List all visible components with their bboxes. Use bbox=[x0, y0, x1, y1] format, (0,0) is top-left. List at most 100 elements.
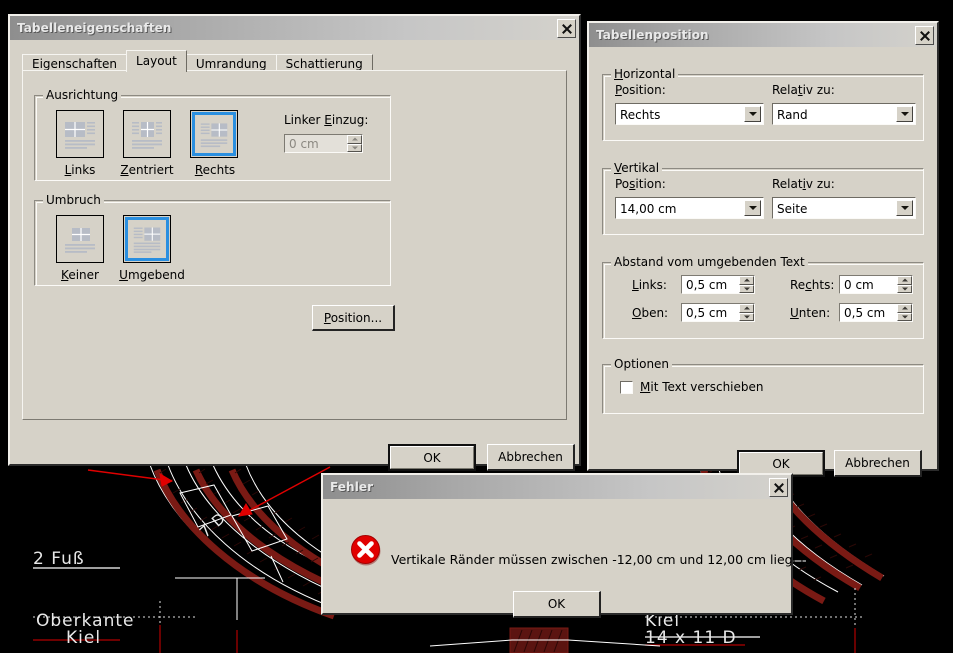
spinner-up-icon[interactable] bbox=[347, 135, 362, 144]
align-left-option[interactable] bbox=[56, 110, 104, 158]
spacing-right-spinner[interactable]: 0 cm bbox=[839, 275, 913, 294]
spacing-left-value: 0,5 cm bbox=[686, 278, 728, 292]
spacing-bottom-spinner[interactable]: 0,5 cm bbox=[839, 303, 913, 322]
spacing-left-label: Links: bbox=[632, 278, 667, 292]
horizontal-position-label: Position: bbox=[615, 83, 666, 97]
cancel-label: Abbrechen bbox=[845, 456, 910, 470]
options-group-legend: Optionen bbox=[611, 357, 673, 371]
vertical-group-legend: Vertikal bbox=[611, 161, 663, 175]
vertical-position-label: Position: bbox=[615, 177, 666, 191]
position-button[interactable]: Position... bbox=[312, 305, 395, 331]
spinner-down-icon[interactable] bbox=[739, 312, 754, 321]
table-position-title: Tabellenposition bbox=[596, 28, 709, 42]
spinner-down-icon[interactable] bbox=[739, 284, 754, 293]
move-with-text-checkbox[interactable] bbox=[620, 381, 633, 394]
spacing-bottom-value: 0,5 cm bbox=[844, 306, 886, 320]
table-position-dialog: Tabellenposition Horizontal Position: Re… bbox=[587, 21, 939, 477]
cad-text-label: Kiel bbox=[66, 628, 102, 648]
spacing-left-spinner[interactable]: 0,5 cm bbox=[681, 275, 755, 294]
wrap-group-legend: Umbruch bbox=[43, 193, 104, 207]
wrap-none-icon bbox=[63, 222, 97, 256]
left-indent-spinner[interactable]: 0 cm bbox=[284, 134, 363, 153]
alignment-group-legend: Ausrichtung bbox=[43, 88, 122, 102]
vertical-group: Vertikal Position: 14,00 cm Relativ zu: … bbox=[602, 161, 924, 235]
vertical-position-value: 14,00 cm bbox=[620, 202, 677, 216]
align-right-option[interactable] bbox=[190, 110, 238, 158]
table-position-titlebar[interactable]: Tabellenposition bbox=[589, 23, 937, 47]
error-titlebar[interactable]: Fehler bbox=[323, 475, 791, 499]
close-icon[interactable] bbox=[915, 25, 934, 45]
spacing-right-label: Rechts: bbox=[790, 278, 835, 292]
chevron-down-icon[interactable] bbox=[744, 200, 761, 216]
table-align-right-icon bbox=[199, 119, 229, 149]
wrap-around-option[interactable] bbox=[123, 215, 171, 263]
spacing-top-label: Oben: bbox=[632, 306, 669, 320]
table-properties-ok-button[interactable]: OK bbox=[388, 444, 476, 471]
spacing-right-value: 0 cm bbox=[844, 278, 874, 292]
close-icon[interactable] bbox=[769, 477, 788, 497]
align-left-label: Links bbox=[64, 163, 96, 177]
vertical-relative-value: Seite bbox=[777, 202, 808, 216]
tab-layout[interactable]: Layout bbox=[126, 50, 187, 72]
spacing-top-value: 0,5 cm bbox=[686, 306, 728, 320]
chevron-down-icon[interactable] bbox=[896, 200, 913, 216]
table-align-center-icon bbox=[130, 117, 164, 151]
table-properties-cancel-button[interactable]: Abbrechen bbox=[487, 444, 575, 471]
horizontal-position-combo[interactable]: Rechts bbox=[615, 103, 764, 125]
spinner-up-icon[interactable] bbox=[739, 304, 754, 313]
vertical-relative-label: Relativ zu: bbox=[772, 177, 835, 191]
vertical-position-combo[interactable]: 14,00 cm bbox=[615, 197, 764, 219]
wrap-none-label: Keiner bbox=[61, 268, 99, 282]
spinner-down-icon[interactable] bbox=[347, 143, 362, 152]
tab-strip: Eigenschaften Layout Umrandung Schattier… bbox=[22, 50, 373, 74]
horizontal-group-legend: Horizontal bbox=[611, 67, 679, 81]
options-group: Optionen Mit Text verschieben bbox=[602, 357, 924, 414]
table-position-cancel-button[interactable]: Abbrechen bbox=[834, 450, 922, 477]
close-icon[interactable] bbox=[557, 18, 576, 38]
spinner-up-icon[interactable] bbox=[897, 276, 912, 285]
error-title: Fehler bbox=[330, 480, 374, 494]
error-dialog: Fehler Vertikale Ränder müssen zwischen … bbox=[321, 473, 808, 618]
align-center-option[interactable] bbox=[123, 110, 171, 158]
move-with-text-label: Mit Text verschieben bbox=[640, 380, 764, 394]
horizontal-position-value: Rechts bbox=[620, 108, 661, 122]
ok-label: OK bbox=[772, 456, 790, 471]
align-right-label: Rechts bbox=[194, 163, 236, 177]
error-ok-button[interactable]: OK bbox=[513, 591, 601, 618]
table-properties-title: Tabelleneigenschaften bbox=[17, 21, 172, 35]
tab-label: Layout bbox=[136, 54, 177, 68]
horizontal-relative-combo[interactable]: Rand bbox=[772, 103, 916, 125]
cad-text-label: 14 x 11 D bbox=[645, 628, 737, 648]
table-align-left-icon bbox=[63, 117, 97, 151]
spinner-up-icon[interactable] bbox=[739, 276, 754, 285]
tab-label: Umrandung bbox=[195, 57, 267, 71]
wrap-none-option[interactable] bbox=[56, 215, 104, 263]
align-center-label: Zentriert bbox=[120, 163, 174, 177]
screen: 7 D 2 Fuß Oberkante Kiel Kiel 14 x 11 D … bbox=[0, 0, 953, 653]
chevron-down-icon[interactable] bbox=[896, 106, 913, 122]
wrap-group: Umbruch Keiner Umgebend bbox=[34, 193, 391, 286]
wrap-around-icon bbox=[132, 224, 162, 254]
wrap-around-label: Umgebend bbox=[119, 268, 185, 282]
ok-label: OK bbox=[423, 450, 441, 465]
alignment-group: Ausrichtung Links Zentriert Rechts Linke… bbox=[34, 88, 391, 181]
error-x-icon bbox=[349, 533, 381, 566]
chevron-down-icon[interactable] bbox=[744, 106, 761, 122]
spinner-down-icon[interactable] bbox=[897, 312, 912, 321]
horizontal-relative-value: Rand bbox=[777, 108, 808, 122]
left-indent-label: Linker Einzug: bbox=[284, 113, 369, 127]
horizontal-group: Horizontal Position: Rechts Relativ zu: … bbox=[602, 67, 924, 141]
spinner-down-icon[interactable] bbox=[897, 284, 912, 293]
spinner-up-icon[interactable] bbox=[897, 304, 912, 313]
ok-label: OK bbox=[547, 597, 566, 611]
layout-tab-panel: Ausrichtung Links Zentriert Rechts Linke… bbox=[22, 70, 567, 420]
table-properties-dialog: Tabelleneigenschaften Eigenschaften Layo… bbox=[8, 14, 581, 471]
table-properties-titlebar[interactable]: Tabelleneigenschaften bbox=[10, 16, 579, 40]
vertical-relative-combo[interactable]: Seite bbox=[772, 197, 916, 219]
left-indent-value: 0 cm bbox=[289, 137, 319, 151]
spacing-group: Abstand vom umgebenden Text Links: 0,5 c… bbox=[602, 255, 924, 339]
cad-text-label: 2 Fuß bbox=[33, 549, 85, 569]
spacing-group-legend: Abstand vom umgebenden Text bbox=[611, 255, 808, 269]
tab-label: Eigenschaften bbox=[32, 57, 118, 71]
spacing-top-spinner[interactable]: 0,5 cm bbox=[681, 303, 755, 322]
